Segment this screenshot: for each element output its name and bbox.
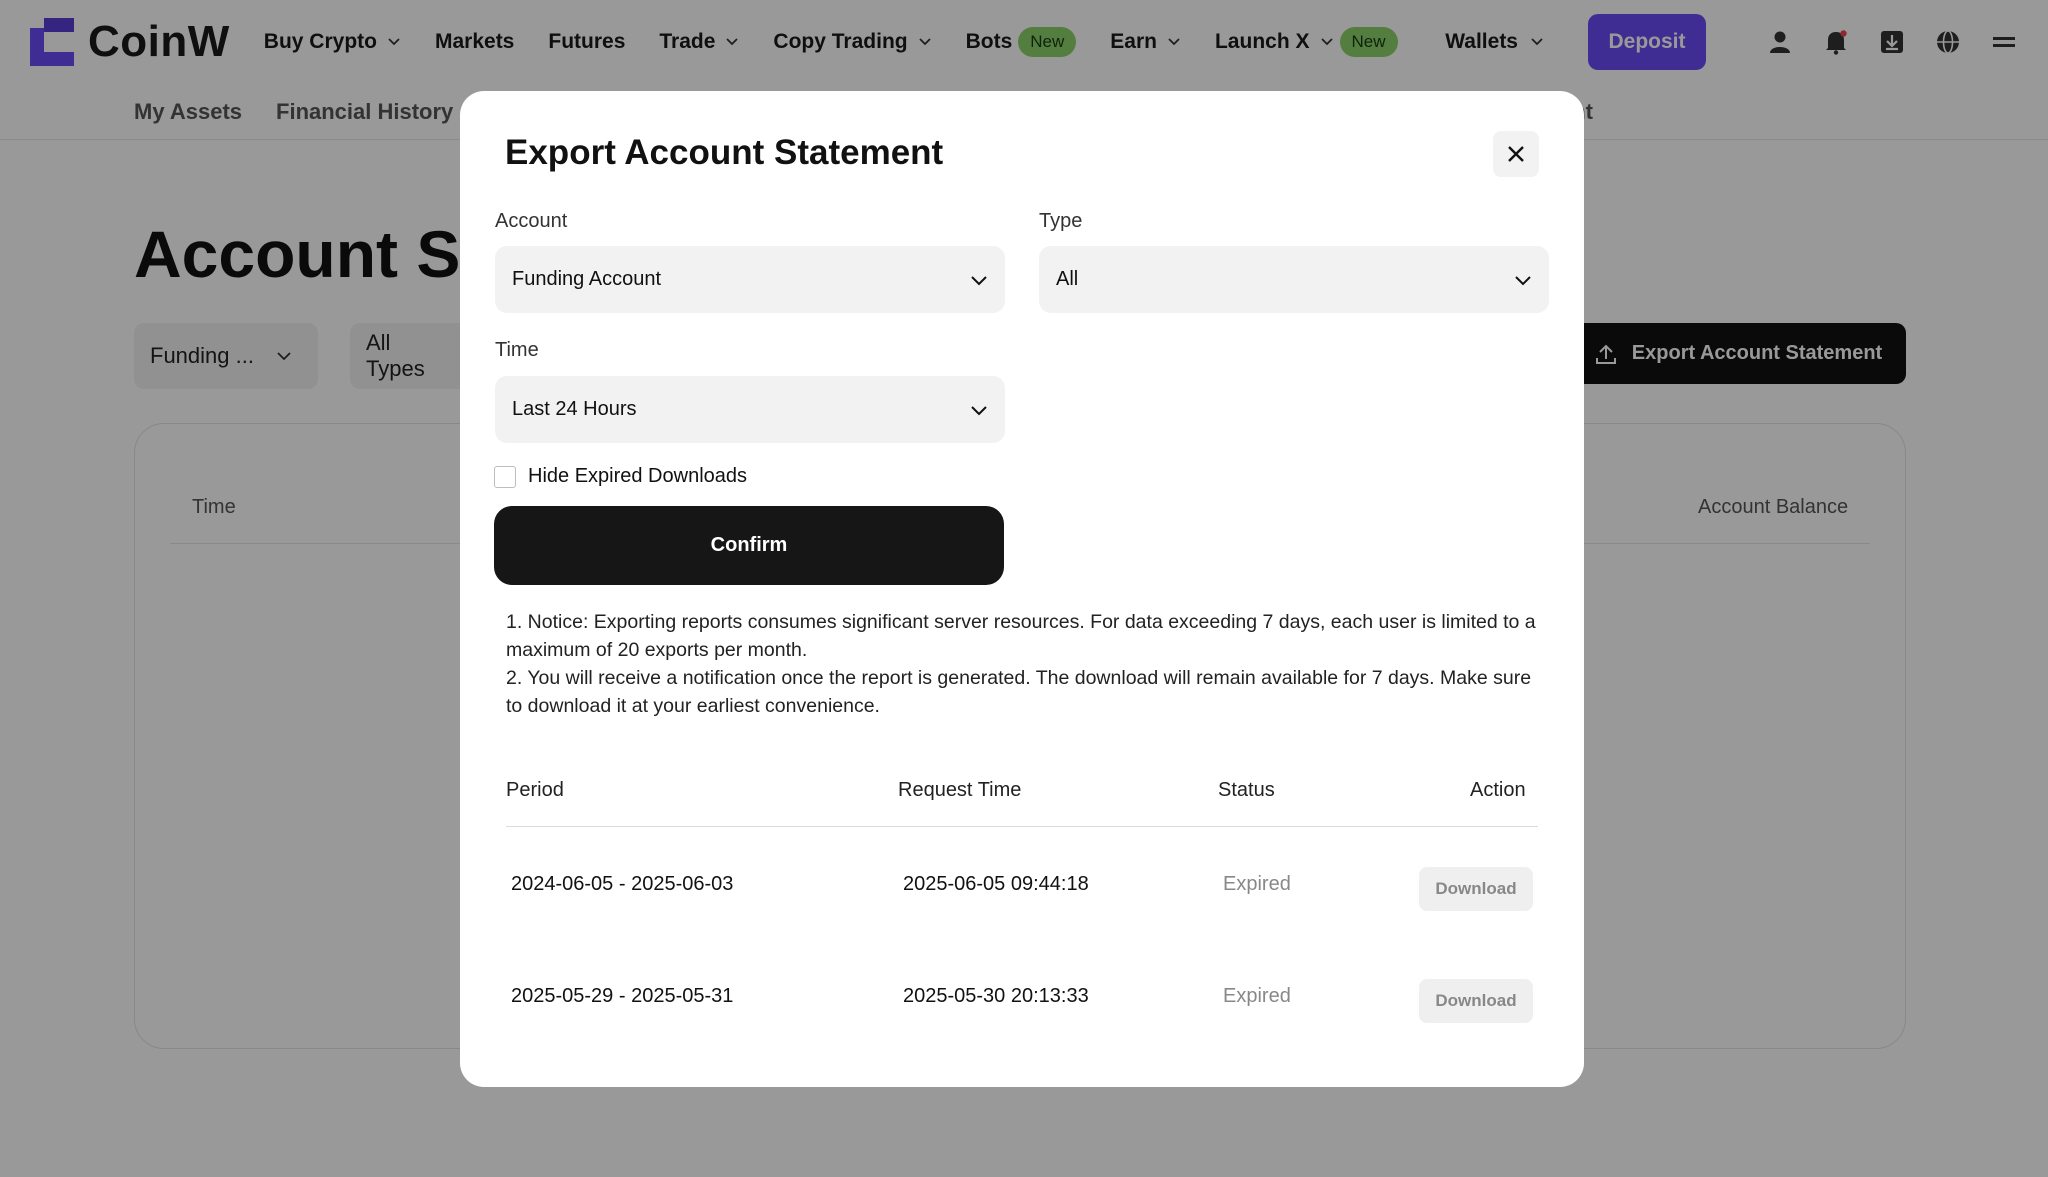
type-select-value: All: [1056, 268, 1079, 290]
history-header-action: Action: [1470, 779, 1526, 801]
history-row: 2025-05-29 - 2025-05-31 2025-05-30 20:13…: [460, 966, 1584, 1026]
chevron-down-icon: [971, 275, 987, 285]
chevron-down-icon: [971, 405, 987, 415]
type-label: Type: [1039, 210, 1083, 232]
hide-expired-checkbox[interactable]: [494, 465, 516, 488]
export-notice: 1. Notice: Exporting reports consumes si…: [506, 608, 1546, 720]
export-statement-modal: Export Account Statement Account Funding…: [460, 91, 1584, 1087]
history-request-time: 2025-05-30 20:13:33: [903, 985, 1089, 1007]
history-header-period: Period: [506, 779, 564, 801]
chevron-down-icon: [1515, 275, 1531, 285]
history-header-status: Status: [1218, 779, 1275, 801]
time-label: Time: [495, 339, 539, 361]
history-header-divider: [506, 826, 1538, 827]
history-period: 2024-06-05 - 2025-06-03: [511, 873, 734, 895]
notice-line-2: 2. You will receive a notification once …: [506, 667, 1532, 717]
hide-expired-label: Hide Expired Downloads: [528, 465, 748, 487]
history-row: 2024-06-05 - 2025-06-03 2025-06-05 09:44…: [460, 854, 1584, 914]
time-select-value: Last 24 Hours: [512, 398, 637, 420]
history-header-request-time: Request Time: [898, 779, 1022, 801]
account-label: Account: [495, 210, 568, 232]
history-status: Expired: [1223, 985, 1291, 1007]
confirm-button[interactable]: Confirm: [494, 506, 1004, 585]
type-select[interactable]: All: [1039, 246, 1549, 313]
history-request-time: 2025-06-05 09:44:18: [903, 873, 1089, 895]
history-period: 2025-05-29 - 2025-05-31: [511, 985, 734, 1007]
history-status: Expired: [1223, 873, 1291, 895]
account-select[interactable]: Funding Account: [495, 246, 1005, 313]
notice-line-1: 1. Notice: Exporting reports consumes si…: [506, 611, 1536, 661]
modal-title: Export Account Statement: [505, 133, 944, 172]
account-select-value: Funding Account: [512, 268, 661, 290]
close-button[interactable]: [1493, 131, 1539, 177]
hide-expired-row[interactable]: Hide Expired Downloads: [494, 465, 747, 488]
time-select[interactable]: Last 24 Hours: [495, 376, 1005, 443]
download-button[interactable]: Download: [1419, 979, 1533, 1023]
download-button[interactable]: Download: [1419, 867, 1533, 911]
close-icon: [1508, 146, 1524, 162]
